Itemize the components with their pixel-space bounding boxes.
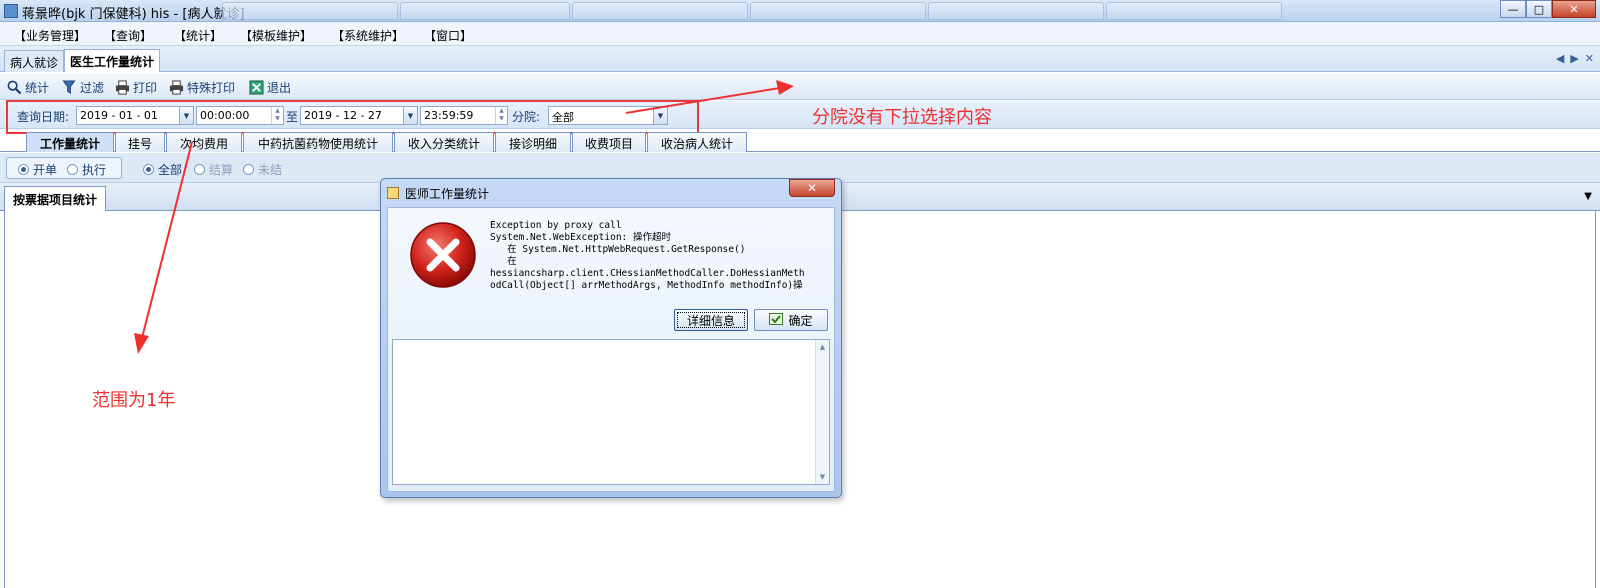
error-dialog: 医师工作量统计 ✕ Exception by proxy call System…	[380, 178, 842, 498]
title-bar: 蒋景晔(bjk 门保健科) his - [病人就诊] — □ ✕	[0, 0, 1600, 22]
ok-button[interactable]: 确定	[754, 309, 828, 331]
menu-bar: 【业务管理】 【查询】 【统计】 【模板维护】 【系统维护】 【窗口】	[0, 22, 1600, 46]
error-line: Exception by proxy call	[490, 220, 622, 231]
tab-income-category[interactable]: 收入分类统计	[394, 132, 494, 152]
printer-icon	[114, 80, 130, 96]
tab-workload[interactable]: 工作量统计	[26, 132, 114, 152]
window-controls: — □ ✕	[1500, 0, 1596, 18]
tab-admitted-patients[interactable]: 收治病人统计	[647, 132, 747, 152]
printer-icon	[168, 80, 184, 96]
background-tab[interactable]	[572, 2, 748, 20]
exit-icon	[248, 80, 264, 96]
error-line: 在 System.Net.HttpWebRequest.GetResponse(…	[490, 244, 746, 255]
tab-doctor-workload[interactable]: 医生工作量统计	[64, 49, 161, 72]
tab-next-icon[interactable]: ▶	[1570, 52, 1578, 65]
tab-patient-visit[interactable]: 病人就诊	[4, 50, 65, 72]
minimize-button[interactable]: —	[1500, 0, 1526, 18]
dialog-close-button[interactable]: ✕	[789, 179, 835, 197]
error-line: System.Net.WebException: 操作超时	[490, 232, 671, 243]
tab-prev-icon[interactable]: ◀	[1556, 52, 1564, 65]
print-button[interactable]: 打印	[114, 79, 157, 96]
error-line: 在	[490, 256, 517, 267]
background-tab[interactable]	[1106, 2, 1282, 20]
magnifier-icon	[6, 80, 22, 96]
chevron-down-icon[interactable]: ▼	[1584, 191, 1592, 202]
tab-average-cost[interactable]: 次均费用	[166, 132, 242, 152]
funnel-icon	[61, 80, 77, 96]
dialog-title: 医师工作量统计	[405, 186, 490, 201]
special-print-button[interactable]: 特殊打印	[168, 79, 235, 96]
annotation-highlight-box	[6, 100, 699, 134]
check-icon	[769, 312, 784, 328]
document-tabs: 病人就诊 医生工作量统计 ◀ ▶ ✕	[0, 46, 1600, 72]
tab-registration[interactable]: 挂号	[115, 132, 165, 152]
tab-by-receipt-item[interactable]: 按票据项目统计	[4, 186, 107, 211]
scrollbar[interactable]: ▲ ▼	[815, 340, 829, 484]
error-message: Exception by proxy call System.Net.WebEx…	[490, 220, 826, 292]
radio-settled[interactable]: 结算	[194, 161, 233, 178]
radio-unsettled[interactable]: 未结	[243, 161, 282, 178]
filter-button[interactable]: 过滤	[61, 79, 104, 96]
radio-execute[interactable]: 执行	[67, 161, 106, 178]
tab-navigation: ◀ ▶ ✕	[1556, 52, 1594, 65]
radio-all[interactable]: 全部	[143, 161, 182, 178]
radio-unchecked-icon	[243, 164, 254, 175]
menu-query[interactable]: 【查询】	[104, 27, 152, 44]
close-window-button[interactable]: ✕	[1552, 0, 1596, 18]
app-icon	[4, 4, 18, 18]
error-line: odCall(Object[] arrMethodArgs, MethodInf…	[490, 280, 803, 291]
error-line: hessiancsharp.client.CHessianMethodCalle…	[490, 268, 805, 279]
tab-charge-items[interactable]: 收费项目	[572, 132, 646, 152]
background-browser-tabs	[222, 2, 1342, 20]
statistics-sub-tabs: 工作量统计 挂号 次均费用 中药抗菌药物使用统计 收入分类统计 接诊明细 收费项…	[0, 131, 1600, 152]
background-tab[interactable]	[400, 2, 570, 20]
tab-herbal-antibacterial[interactable]: 中药抗菌药物使用统计	[243, 132, 393, 152]
exit-button[interactable]: 退出	[248, 79, 291, 96]
dialog-body: Exception by proxy call System.Net.WebEx…	[387, 207, 835, 492]
window-title: 蒋景晔(bjk 门保健科) his - [病人就诊]	[22, 7, 245, 22]
radio-checked-icon	[143, 164, 154, 175]
radio-unchecked-icon	[194, 164, 205, 175]
maximize-button[interactable]: □	[1526, 0, 1552, 18]
tab-close-icon[interactable]: ✕	[1585, 52, 1594, 65]
radio-checked-icon	[18, 164, 29, 175]
background-tab[interactable]	[928, 2, 1104, 20]
menu-system[interactable]: 【系统维护】	[332, 27, 404, 44]
menu-statistics[interactable]: 【统计】	[174, 27, 222, 44]
annotation-branch-note: 分院没有下拉选择内容	[812, 107, 992, 128]
error-icon	[408, 220, 478, 290]
menu-business[interactable]: 【业务管理】	[14, 27, 86, 44]
radio-unchecked-icon	[67, 164, 78, 175]
dialog-title-bar: 医师工作量统计	[387, 183, 489, 203]
dialog-app-icon	[387, 187, 399, 199]
background-tab[interactable]	[222, 2, 398, 20]
toolbar: 统计 过滤 打印 特殊打印 退出	[0, 73, 1600, 100]
radio-order[interactable]: 开单	[18, 161, 57, 178]
menu-window[interactable]: 【窗口】	[424, 27, 472, 44]
details-button[interactable]: 详细信息	[674, 309, 748, 331]
menu-template[interactable]: 【模板维护】	[240, 27, 312, 44]
detail-textbox[interactable]: ▲ ▼	[392, 339, 830, 485]
background-tab[interactable]	[750, 2, 926, 20]
annotation-range-note: 范围为1年	[92, 390, 176, 411]
tab-visit-detail[interactable]: 接诊明细	[495, 132, 571, 152]
statistics-button[interactable]: 统计	[6, 79, 49, 96]
